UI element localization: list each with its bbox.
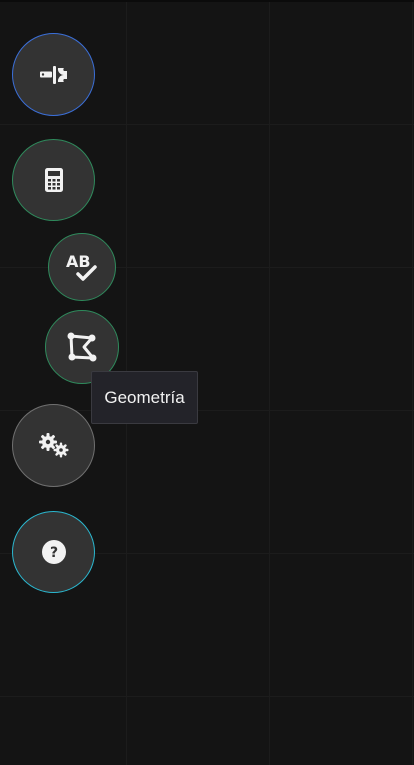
tools-icon bbox=[37, 58, 71, 92]
settings-button[interactable] bbox=[12, 404, 95, 487]
geometry-tooltip: Geometría bbox=[91, 371, 198, 424]
svg-text:AB: AB bbox=[66, 252, 91, 271]
geometry-shape-icon bbox=[66, 331, 98, 363]
calculator-icon bbox=[44, 168, 64, 192]
spellcheck-ab-icon: AB bbox=[64, 251, 100, 283]
top-edge bbox=[0, 0, 414, 2]
gears-icon bbox=[37, 432, 71, 460]
help-button[interactable]: ? bbox=[12, 511, 95, 593]
svg-text:?: ? bbox=[49, 545, 57, 561]
tools-button[interactable] bbox=[12, 33, 95, 116]
tooltip-text: Geometría bbox=[104, 387, 185, 407]
spellcheck-button[interactable]: AB bbox=[48, 233, 116, 301]
app-canvas: AB Geometría ? bbox=[0, 0, 414, 765]
calculator-button[interactable] bbox=[12, 139, 95, 221]
question-circle-icon: ? bbox=[41, 539, 67, 565]
